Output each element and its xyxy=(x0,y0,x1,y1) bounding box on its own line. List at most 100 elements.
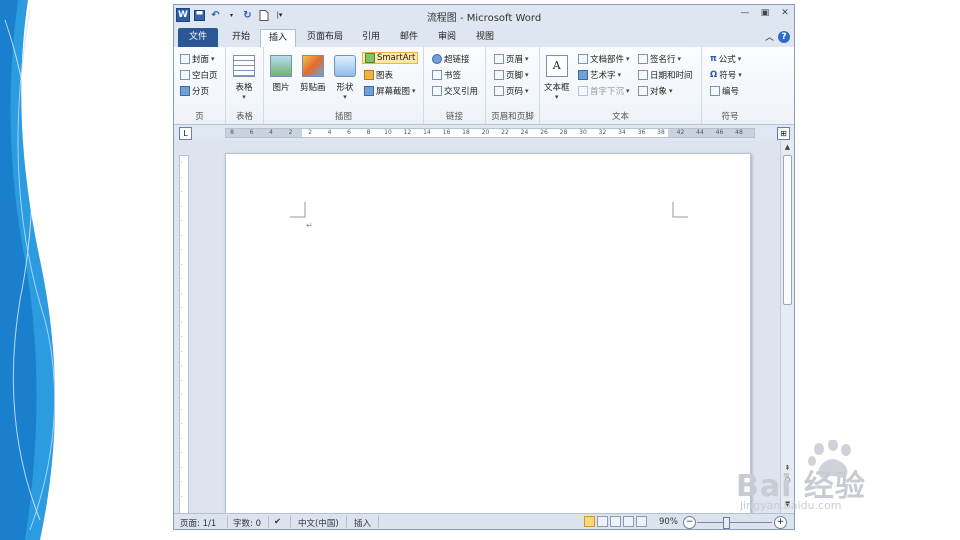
ruler-mark: · xyxy=(181,450,183,456)
language-indicator[interactable]: 中文(中国) xyxy=(298,517,339,529)
scroll-up-icon[interactable]: ▲ xyxy=(782,142,793,153)
cover-page-button[interactable]: 封面 ▾ xyxy=(180,53,215,65)
numbering-button[interactable]: 编号 xyxy=(710,85,739,97)
tab-references[interactable]: 引用 xyxy=(356,29,386,46)
ribbon-controls: ︿ ? xyxy=(765,30,790,43)
minimize-icon[interactable]: — xyxy=(738,8,752,20)
help-icon[interactable]: ? xyxy=(778,30,790,43)
tab-file[interactable]: 文件 xyxy=(178,28,218,47)
restore-icon[interactable]: ▣ xyxy=(758,8,772,20)
ruler-mark: · xyxy=(181,261,183,268)
object-icon xyxy=(638,86,648,96)
ruler-tick: 32 xyxy=(598,129,607,136)
ruler-tick: 18 xyxy=(462,129,470,136)
ruler-mark: · xyxy=(181,406,183,413)
chart-icon xyxy=(364,70,374,80)
window-controls: — ▣ ✕ xyxy=(738,8,792,20)
paragraph-mark-icon: ↵ xyxy=(306,221,313,230)
object-button[interactable]: 对象 ▾ xyxy=(638,85,673,97)
ruler-mark: · xyxy=(181,435,183,442)
zoom-level[interactable]: 90% xyxy=(659,517,678,527)
zoom-slider-knob[interactable] xyxy=(723,517,730,529)
group-label-symbols: 符号 xyxy=(721,112,739,122)
cross-reference-icon xyxy=(432,86,442,96)
view-ruler-button[interactable]: ⊞ xyxy=(777,127,790,140)
close-icon[interactable]: ✕ xyxy=(778,8,792,20)
status-bar: 页面: 1/1 字数: 0 ✔ 中文(中国) 插入 90% − + xyxy=(174,513,794,529)
ruler-tick: 14 xyxy=(423,129,431,136)
shapes-icon xyxy=(334,55,356,77)
clip-art-button[interactable]: 剪贴画 xyxy=(300,55,326,93)
quick-parts-button[interactable]: 文档部件 ▾ xyxy=(578,53,630,65)
cross-reference-button[interactable]: 交叉引用 xyxy=(432,85,478,97)
signature-line-button[interactable]: 签名行 ▾ xyxy=(638,53,681,65)
draft-view-icon[interactable] xyxy=(636,516,647,527)
ruler-tick: 6 xyxy=(347,129,351,136)
symbol-button[interactable]: Ω 符号 ▾ xyxy=(710,69,742,81)
document-area: · · · · · · · · · · · · · · · · · · · · · · · · ↵ xyxy=(174,141,780,513)
page-number-button[interactable]: 页码 ▾ xyxy=(494,85,529,97)
insert-mode-indicator[interactable]: 插入 xyxy=(354,517,371,529)
date-time-button[interactable]: 日期和时间 xyxy=(638,69,693,81)
header-button[interactable]: 页眉 ▾ xyxy=(494,53,529,65)
drop-cap-icon xyxy=(578,86,588,96)
table-button[interactable]: 表格 ▾ xyxy=(233,55,255,101)
ruler-tick: 4 xyxy=(327,129,332,136)
full-screen-reading-view-icon[interactable] xyxy=(597,516,608,527)
horizontal-ruler[interactable]: 8 6 4 2 2 4 6 8 10 12 14 16 18 20 22 24 26 28 30 32 34 36 38 42… xyxy=(225,128,755,138)
print-layout-view-icon[interactable] xyxy=(584,516,595,527)
hyperlink-button[interactable]: 超链接 xyxy=(432,53,470,65)
word-window: W ↶ ▾ ↻ |▾ 流程图 - Microsoft Word — ▣ ✕ 文件… xyxy=(173,4,795,530)
ruler-tick: 36 xyxy=(637,129,646,136)
screenshot-button[interactable]: 屏幕截图 ▾ xyxy=(364,85,416,97)
ruler-mark: · xyxy=(181,464,183,471)
document-page[interactable]: ↵ xyxy=(225,153,751,513)
vertical-ruler[interactable]: · · · · · · · · · · · · · · · · · · · · · · · · xyxy=(179,155,189,513)
ruler-tick: 2 xyxy=(308,129,312,136)
ruler-mark: · xyxy=(181,290,183,297)
tab-home[interactable]: 开始 xyxy=(224,29,258,46)
zoom-slider[interactable] xyxy=(697,522,772,523)
ruler-tick: 28 xyxy=(559,129,568,136)
group-label-text: 文本 xyxy=(611,112,629,122)
tab-mailings[interactable]: 邮件 xyxy=(394,29,424,46)
tab-view[interactable]: 视图 xyxy=(470,29,500,46)
group-header-footer: 页眉 ▾ 页脚 ▾ 页码 ▾ 页眉和页脚 xyxy=(486,47,540,124)
blank-page-button[interactable]: 空白页 xyxy=(180,69,218,81)
screenshot-icon xyxy=(364,86,374,96)
web-layout-view-icon[interactable] xyxy=(610,516,621,527)
text-box-button[interactable]: A 文本框 ▾ xyxy=(544,55,570,101)
tab-selector[interactable]: L xyxy=(179,127,192,140)
ruler-tick: 10 xyxy=(384,129,392,136)
drop-cap-button[interactable]: 首字下沉 ▾ xyxy=(578,85,630,97)
zoom-out-icon[interactable]: − xyxy=(683,516,696,529)
watermark-url: jingyan.baidu.com xyxy=(740,499,842,512)
collapse-ribbon-icon[interactable]: ︿ xyxy=(765,30,774,43)
proofing-icon[interactable]: ✔ xyxy=(274,517,281,527)
shapes-button[interactable]: 形状 ▾ xyxy=(334,55,356,101)
smartart-icon xyxy=(365,53,375,63)
smartart-button[interactable]: SmartArt xyxy=(362,52,419,64)
outline-view-icon[interactable] xyxy=(623,516,634,527)
tab-insert[interactable]: 插入 xyxy=(260,29,296,48)
tab-review[interactable]: 审阅 xyxy=(432,29,462,46)
page-count[interactable]: 页面: 1/1 xyxy=(180,517,216,529)
tab-page-layout[interactable]: 页面布局 xyxy=(300,29,350,46)
page-break-button[interactable]: 分页 xyxy=(180,85,209,97)
ruler-mark: · xyxy=(181,363,183,369)
wordart-icon xyxy=(578,70,588,80)
ruler-tick: 16 xyxy=(442,129,451,136)
ruler-tick: 48 xyxy=(735,129,743,136)
ruler-mark: · xyxy=(181,479,183,485)
picture-button[interactable]: 图片 xyxy=(270,55,292,93)
bookmark-button[interactable]: 书签 xyxy=(432,69,461,81)
wordart-button[interactable]: 艺术字 ▾ xyxy=(578,69,621,81)
margin-corner-top-right xyxy=(672,202,688,218)
page-number-icon xyxy=(494,86,504,96)
word-count[interactable]: 字数: 0 xyxy=(233,517,261,529)
clip-art-icon xyxy=(301,55,324,77)
equation-button[interactable]: π 公式 ▾ xyxy=(710,53,741,65)
footer-button[interactable]: 页脚 ▾ xyxy=(494,69,529,81)
chart-button[interactable]: 图表 xyxy=(364,69,393,81)
scroll-thumb[interactable] xyxy=(783,155,792,305)
